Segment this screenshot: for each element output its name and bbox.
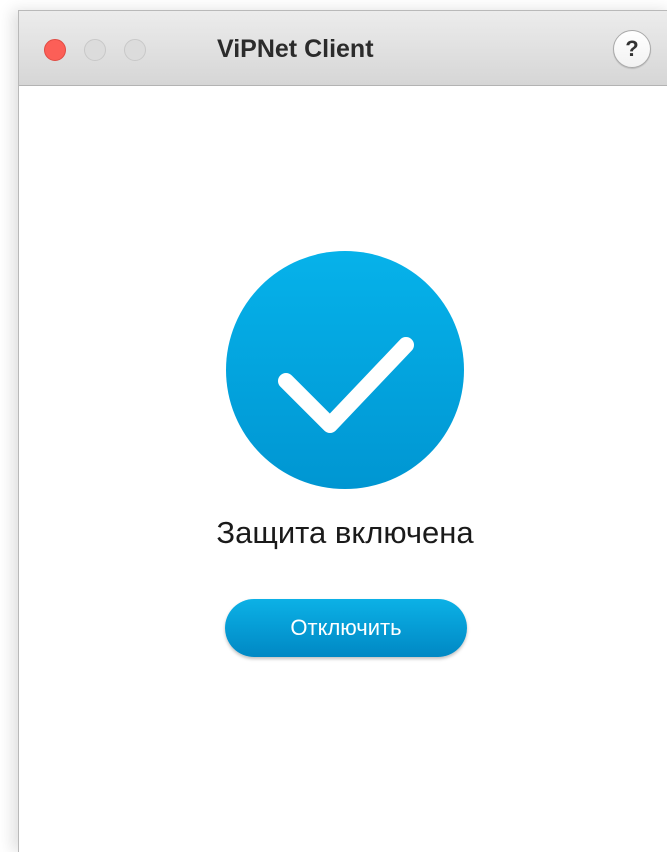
close-window-button[interactable]: [44, 39, 66, 61]
window-title: ViPNet Client: [217, 35, 374, 63]
disable-protection-button[interactable]: Отключить: [225, 599, 467, 657]
titlebar: ViPNet Client ?: [19, 11, 667, 86]
protection-status-text: Защита включена: [216, 515, 474, 550]
zoom-window-button[interactable]: [124, 39, 146, 61]
help-button[interactable]: ?: [613, 30, 651, 68]
checkmark-icon: [278, 337, 414, 433]
app-window: ViPNet Client ? Защита включена Отключит…: [18, 10, 667, 852]
minimize-window-button[interactable]: [84, 39, 106, 61]
protection-status-circle: [226, 251, 464, 489]
